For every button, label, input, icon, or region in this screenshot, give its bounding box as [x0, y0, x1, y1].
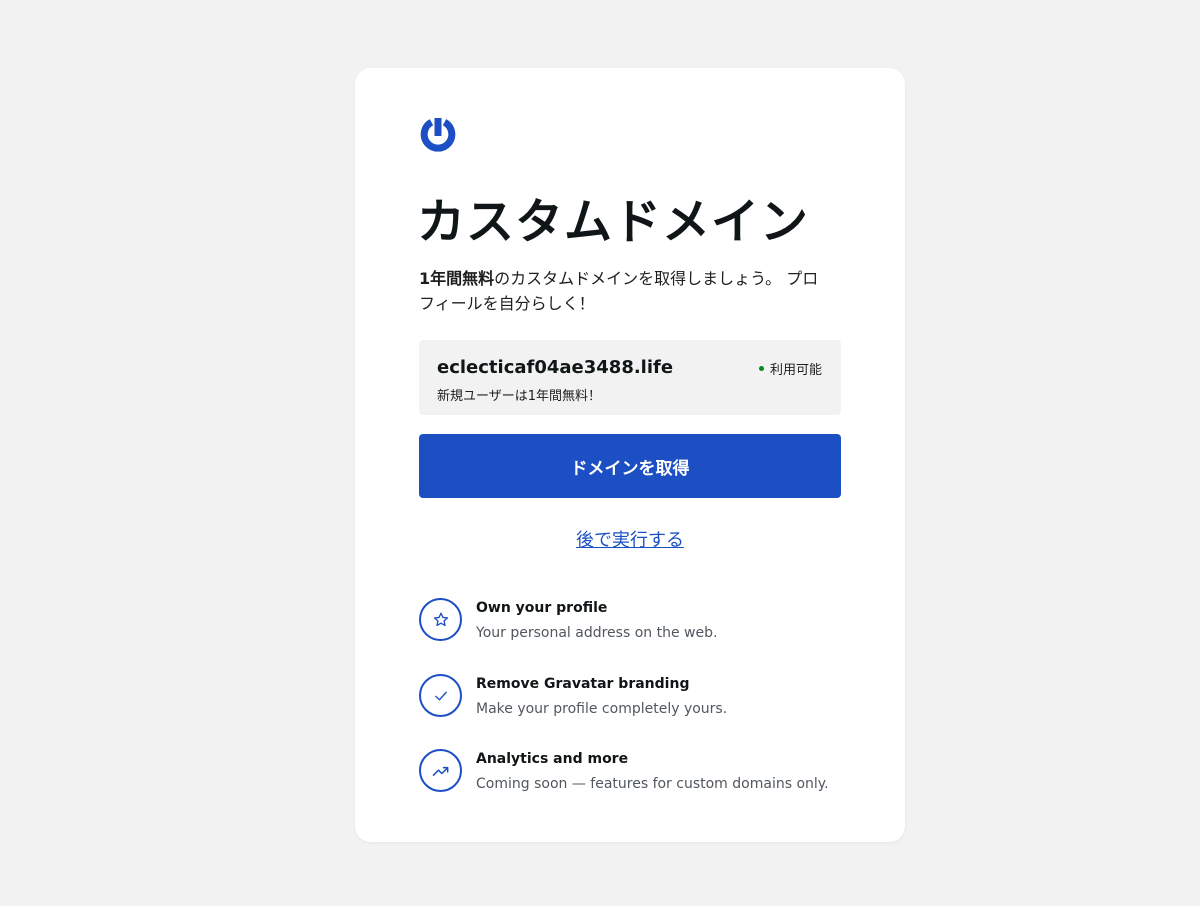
- gravatar-logo-icon: [420, 118, 456, 152]
- feature-item: Own your profile Your personal address o…: [419, 598, 859, 648]
- feature-description: Your personal address on the web.: [476, 625, 718, 641]
- status-label: 利用可能: [769, 363, 822, 378]
- feature-item: Remove Gravatar branding Make your profi…: [419, 674, 859, 724]
- check-icon: [419, 674, 462, 717]
- page-description: 1年間無料のカスタムドメインを取得しましょう。 プロフィールを自分らしく！: [419, 266, 829, 316]
- status-dot-icon: [758, 366, 764, 371]
- domain-name: eclecticaf04ae3488.life: [437, 357, 674, 378]
- availability-status: 利用可能: [758, 359, 822, 378]
- get-domain-button[interactable]: ドメインを取得: [419, 434, 841, 498]
- description-highlight: 1年間無料: [419, 269, 495, 288]
- page-title: カスタムドメイン: [417, 194, 810, 250]
- trending-up-icon: [419, 749, 462, 792]
- feature-description: Make your profile completely yours.: [476, 701, 728, 717]
- domain-offer-card: カスタムドメイン 1年間無料のカスタムドメインを取得しましょう。 プロフィールを…: [355, 68, 905, 842]
- do-it-later-link[interactable]: 後で実行する: [419, 526, 841, 552]
- star-icon: [419, 598, 462, 641]
- feature-item: Analytics and more Coming soon — feature…: [419, 749, 859, 799]
- domain-suggestion: eclecticaf04ae3488.life 新規ユーザーは1年間無料！ 利用…: [419, 340, 841, 415]
- feature-title: Analytics and more: [476, 751, 629, 767]
- feature-title: Remove Gravatar branding: [476, 676, 690, 692]
- domain-subtitle: 新規ユーザーは1年間無料！: [437, 389, 602, 404]
- feature-title: Own your profile: [476, 600, 608, 616]
- feature-description: Coming soon — features for custom domain…: [476, 776, 829, 792]
